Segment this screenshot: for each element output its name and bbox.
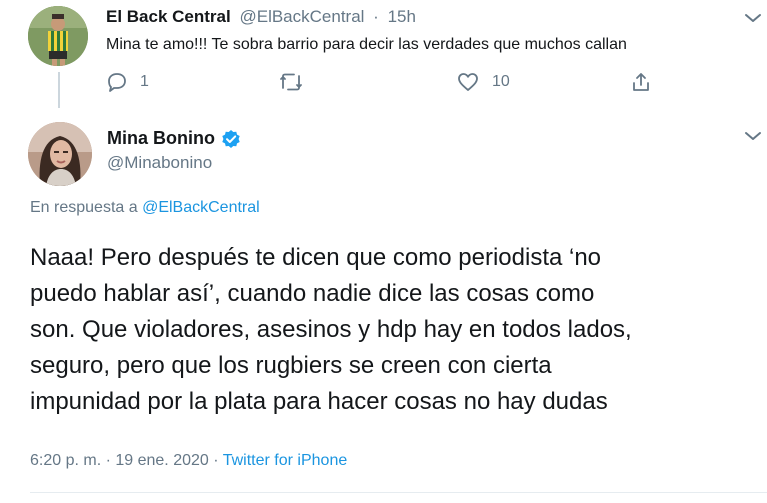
footer-separator: · xyxy=(208,452,223,469)
tweet-text-line: impunidad por la plata para hacer cosas … xyxy=(30,388,608,415)
avatar[interactable] xyxy=(28,6,88,66)
reply-icon xyxy=(108,73,126,92)
reply-button[interactable]: 1 xyxy=(106,70,149,94)
like-button[interactable]: 10 xyxy=(456,70,510,94)
tweet-text-line: Naaa! Pero después te dicen que como per… xyxy=(30,244,602,271)
author-name[interactable]: Mina Bonino xyxy=(107,128,241,149)
share-icon xyxy=(633,73,649,91)
retweet-icon xyxy=(280,73,302,91)
tweet-text-line: son. Que violadores, asesinos y hdp hay … xyxy=(30,316,632,343)
avatar-image xyxy=(28,6,88,66)
meta-separator: · xyxy=(373,7,379,26)
tweet-footer: 6:20 p. m. · 19 ene. 2020 · Twitter for … xyxy=(30,452,347,470)
divider xyxy=(30,492,767,493)
tweet-text: Naaa! Pero después te dicen que como per… xyxy=(30,240,755,420)
tweet-thread: El Back Central @ElBackCentral · 15h Min… xyxy=(0,0,767,503)
tweet-text-line: puedo hablar así’, cuando nadie dice las… xyxy=(30,280,595,307)
tweet-text-line: seguro, pero que los rugbiers se creen c… xyxy=(30,352,552,379)
like-count: 10 xyxy=(492,73,510,90)
verified-badge-icon xyxy=(222,129,240,148)
display-name[interactable]: El Back Central xyxy=(106,7,231,26)
display-name[interactable]: Mina Bonino xyxy=(107,128,215,149)
avatar-image xyxy=(28,122,92,186)
in-reply-prefix: En respuesta a xyxy=(30,199,143,216)
chevron-down-icon[interactable] xyxy=(744,12,762,24)
share-button[interactable] xyxy=(630,70,652,94)
mention-link[interactable]: @ElBackCentral xyxy=(142,199,260,216)
reply-count: 1 xyxy=(140,73,149,90)
in-reply-to: En respuesta a @ElBackCentral xyxy=(30,199,260,217)
avatar[interactable] xyxy=(28,122,92,186)
reply-text: Mina te amo!!! Te sobra barrio para deci… xyxy=(106,36,627,53)
tweet-actions: 1 10 xyxy=(106,70,666,94)
thread-connector xyxy=(58,72,60,108)
retweet-button[interactable] xyxy=(278,70,316,94)
handle[interactable]: @ElBackCentral xyxy=(239,7,364,26)
like-icon xyxy=(458,73,478,91)
reply-tweet[interactable]: El Back Central @ElBackCentral · 15h Min… xyxy=(0,0,767,108)
reply-header: El Back Central @ElBackCentral · 15h xyxy=(106,7,416,27)
tweet-time[interactable]: 15h xyxy=(388,7,416,26)
handle[interactable]: @Minabonino xyxy=(107,153,212,173)
chevron-down-icon[interactable] xyxy=(744,130,762,142)
tweet-source[interactable]: Twitter for iPhone xyxy=(223,452,348,469)
tweet-timestamp[interactable]: 6:20 p. m. · 19 ene. 2020 xyxy=(30,452,209,469)
